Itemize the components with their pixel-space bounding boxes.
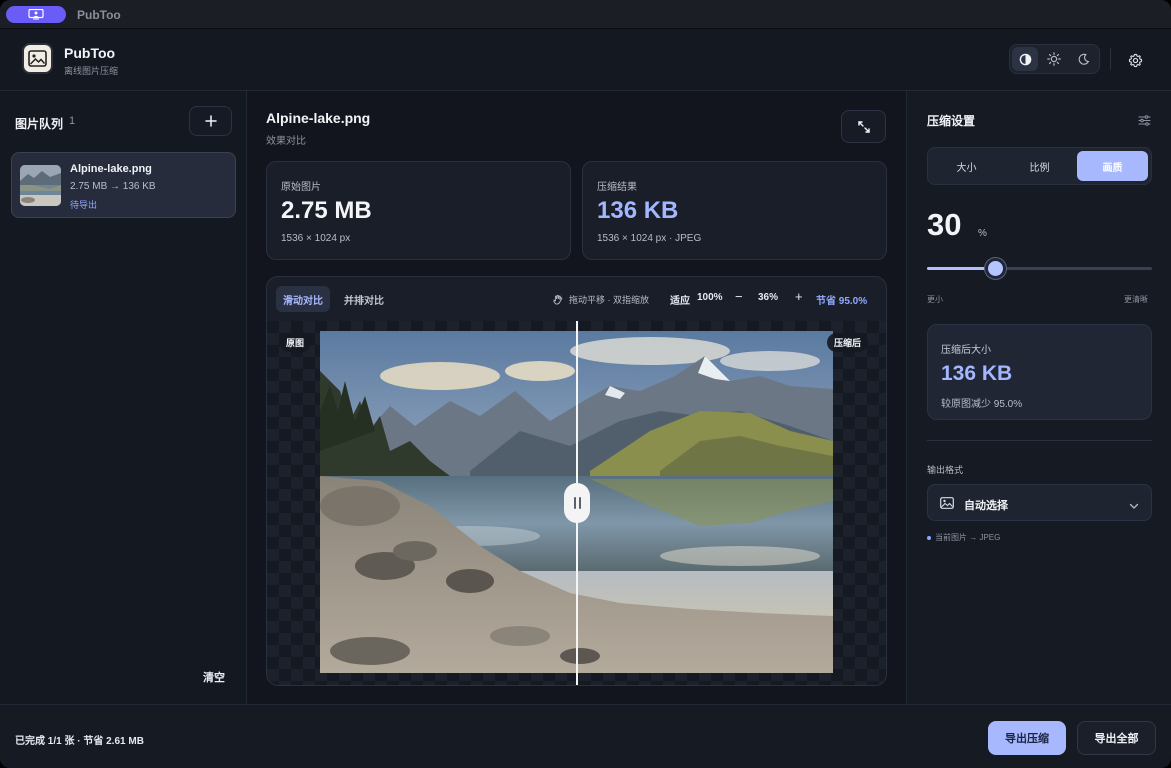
- image-icon: [940, 496, 954, 514]
- slider-max-label: 更清晰: [1124, 295, 1148, 304]
- settings-button[interactable]: [1123, 48, 1147, 72]
- app-window: PubToo PubToo 离线图片压缩 图片队列 1 Alpine-lake.…: [0, 0, 1171, 768]
- compressed-size-value: 136 KB: [941, 362, 1013, 385]
- slider-min-label: 更小: [927, 295, 943, 304]
- expand-icon: [857, 120, 870, 133]
- handle-grip-left: [573, 497, 576, 509]
- gesture-hint-text: 拖动平移 · 双指缩放: [569, 295, 649, 305]
- original-meta: 1536 × 1024 px: [281, 233, 351, 244]
- footer-status: 已完成 1/1 张 · 节省 2.61 MB: [15, 736, 144, 747]
- result-meta: 1536 × 1024 px · JPEG: [597, 233, 702, 244]
- app-header: PubToo 离线图片压缩: [0, 29, 1171, 91]
- zoom-in-button[interactable]: +: [795, 289, 803, 304]
- format-select[interactable]: 自动选择: [927, 484, 1152, 521]
- export-all-button[interactable]: 导出全部: [1077, 721, 1156, 755]
- clear-queue-button[interactable]: 清空: [203, 669, 225, 685]
- settings-title: 压缩设置: [927, 114, 976, 128]
- format-value: 自动选择: [964, 500, 1008, 512]
- file-subtitle: 效果对比: [266, 136, 306, 147]
- compare-stage[interactable]: 原图 压缩后: [267, 321, 886, 685]
- sliders-icon: [1138, 115, 1151, 126]
- window-tab-pill[interactable]: [6, 6, 66, 23]
- add-image-button[interactable]: [189, 106, 232, 136]
- queue-item-status: 待导出: [70, 200, 98, 210]
- queue-count: 1: [69, 115, 76, 127]
- theme-switcher: [1009, 44, 1100, 74]
- format-hint-dot: [927, 535, 931, 540]
- queue-item-size: 2.75 MB → 136 KB: [70, 181, 156, 192]
- original-stat-card: 原始图片 2.75 MB 1536 × 1024 px: [266, 161, 571, 260]
- app-name: PubToo: [64, 45, 116, 61]
- zoom-level: 36%: [758, 292, 779, 303]
- segment-quality[interactable]: 画质: [1077, 151, 1148, 181]
- app-subtitle: 离线图片压缩: [64, 66, 119, 76]
- window-title: PubToo: [77, 8, 121, 22]
- plus-icon: [204, 115, 217, 127]
- app-logo: [22, 43, 53, 74]
- queue-item-name: Alpine-lake.png: [70, 163, 152, 175]
- mode-segmented-control: 大小 比例 画质: [927, 147, 1152, 185]
- theme-auto-button[interactable]: [1012, 47, 1038, 71]
- queue-item[interactable]: Alpine-lake.png 2.75 MB → 136 KB 待导出: [11, 152, 236, 218]
- gesture-hint: 拖动平移 · 双指缩放: [552, 293, 649, 306]
- tune-button[interactable]: [1138, 113, 1151, 131]
- export-compressed-button[interactable]: 导出压缩: [988, 721, 1066, 755]
- saving-percent: 节省 95.0%: [816, 296, 868, 307]
- original-badge: 原图: [279, 333, 312, 352]
- thumbnail-image: [20, 165, 61, 206]
- quality-slider[interactable]: [927, 258, 1152, 279]
- moon-icon: [1078, 53, 1089, 65]
- reduction-text: 较原图减少 95.0%: [941, 399, 1023, 410]
- segment-ratio[interactable]: 比例: [1004, 151, 1075, 181]
- queue-panel: 图片队列 1 Alpine-lake.png 2.75 MB → 136 KB …: [0, 91, 247, 704]
- footer-bar: 已完成 1/1 张 · 节省 2.61 MB 导出压缩 导出全部: [0, 704, 1171, 768]
- tab-side-by-side[interactable]: 并排对比: [337, 286, 391, 312]
- format-hint-text: 当前图片 → JPEG: [935, 533, 1001, 542]
- monitor-user-icon: [28, 9, 44, 20]
- queue-title: 图片队列: [15, 117, 64, 131]
- hand-pan-icon: [553, 294, 563, 305]
- compare-slider-handle[interactable]: [564, 483, 590, 523]
- settings-panel: 压缩设置 大小 比例 画质 30 % 更小 更清晰 压缩后大小 136 KB 较…: [906, 91, 1171, 704]
- fullscreen-button[interactable]: [841, 110, 886, 143]
- compressed-badge: 压缩后: [827, 333, 869, 352]
- compare-panel: 滑动对比 并排对比 拖动平移 · 双指缩放 适应 100% − 36% + 节省…: [266, 276, 887, 686]
- title-bar: PubToo: [0, 0, 1171, 29]
- theme-light-button[interactable]: [1041, 47, 1067, 71]
- quality-slider-thumb[interactable]: [984, 258, 1006, 279]
- handle-grip-right: [578, 497, 581, 509]
- format-hint: 当前图片 → JPEG: [927, 532, 1000, 543]
- header-divider: [1110, 48, 1111, 70]
- result-size: 136 KB: [597, 197, 679, 224]
- original-label: 原始图片: [281, 182, 321, 193]
- queue-item-thumbnail: [20, 165, 61, 206]
- quality-value: 30: [927, 207, 962, 242]
- image-frame-icon: [28, 50, 47, 67]
- zoom-out-button[interactable]: −: [735, 289, 743, 304]
- preview-area: Alpine-lake.png 效果对比 原始图片 2.75 MB 1536 ×…: [248, 91, 905, 704]
- zoom-fit-button[interactable]: 适应: [670, 292, 690, 307]
- chevron-down-icon: [1129, 497, 1139, 515]
- original-size: 2.75 MB: [281, 197, 372, 224]
- compressed-size-card: 压缩后大小 136 KB 较原图减少 95.0%: [927, 324, 1152, 420]
- tab-slide-compare[interactable]: 滑动对比: [276, 286, 330, 312]
- quality-unit: %: [978, 228, 987, 239]
- zoom-100-button[interactable]: 100%: [697, 292, 723, 303]
- contrast-icon: [1019, 53, 1031, 65]
- compressed-size-label: 压缩后大小: [941, 345, 991, 356]
- theme-dark-button[interactable]: [1070, 47, 1096, 71]
- sun-icon: [1047, 52, 1061, 66]
- result-stat-card: 压缩结果 136 KB 1536 × 1024 px · JPEG: [582, 161, 887, 260]
- gear-icon: [1128, 53, 1142, 67]
- format-label: 输出格式: [927, 465, 964, 475]
- settings-divider: [927, 440, 1152, 441]
- segment-size[interactable]: 大小: [931, 151, 1002, 181]
- file-title: Alpine-lake.png: [266, 110, 371, 126]
- result-label: 压缩结果: [597, 182, 637, 193]
